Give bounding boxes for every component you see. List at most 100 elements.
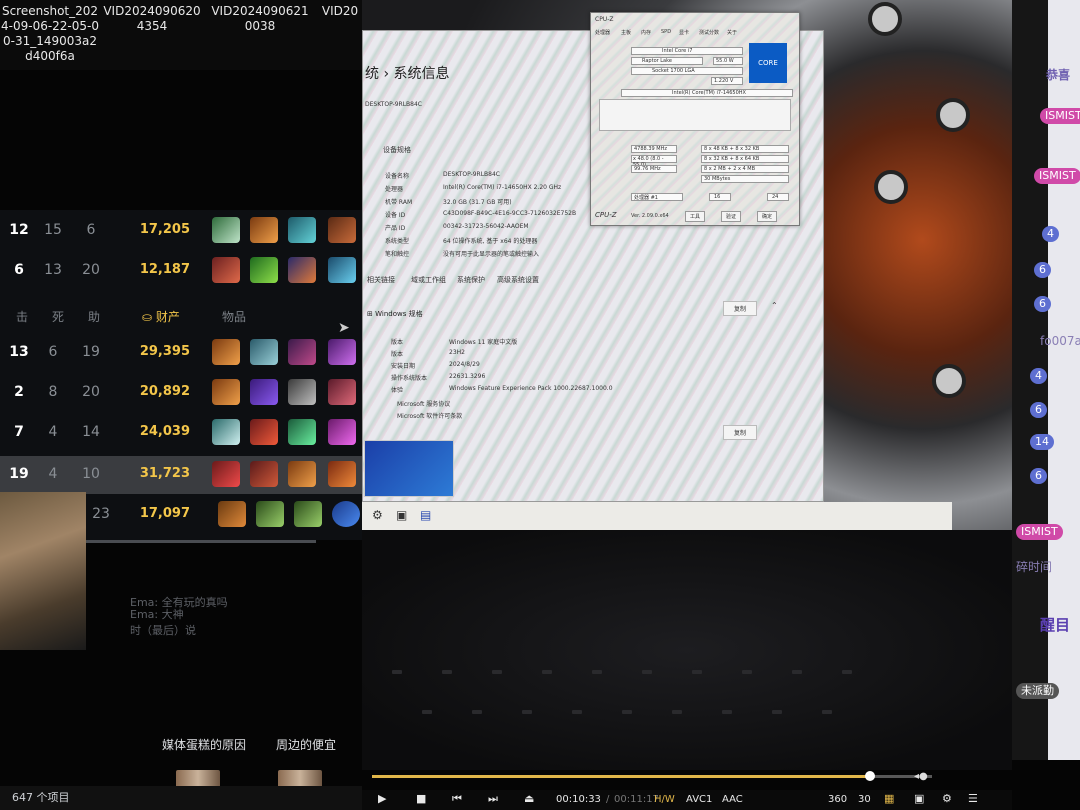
link-advanced-settings[interactable]: 高级系统设置 [497, 275, 539, 285]
validate-button[interactable]: 验证 [721, 211, 742, 222]
file-item[interactable]: VID20240906204354 [102, 4, 202, 34]
cpu-name: Intel Core i7 [662, 48, 693, 54]
net-worth-header-label: 财产 [155, 310, 180, 324]
scoreboard-row: 2 8 20 20,892 [0, 374, 362, 412]
deaths: 13 [44, 262, 62, 278]
spec-value: 2024/8/29 [449, 361, 480, 368]
windows-taskbar: ⚙ ▣ ▤ [362, 502, 952, 530]
core-voltage: 1.220 V [714, 78, 734, 84]
key [592, 670, 602, 674]
item-icon [288, 419, 316, 445]
kills: 7 [14, 424, 24, 440]
spec-label: 机带 RAM [385, 199, 413, 206]
key [842, 670, 852, 674]
cpu-name-field: Intel Core i7 [631, 47, 743, 55]
tab-cpu[interactable]: 处理器 [595, 29, 610, 36]
key [492, 670, 502, 674]
copy-button[interactable]: 复制 [723, 301, 758, 316]
item-icon [288, 217, 316, 243]
explorer-status-bar: 647 个项目 [0, 786, 362, 810]
seek-bar-fill [372, 775, 870, 778]
copy-button[interactable]: 复制 [723, 425, 758, 440]
previous-icon[interactable]: ⏮ [452, 792, 462, 806]
stop-icon[interactable]: ■ [416, 792, 426, 805]
audio-codec: AAC [722, 794, 743, 805]
assists: 6 [86, 222, 96, 238]
assists-header: 助 [88, 310, 101, 324]
item-icon [328, 339, 356, 365]
file-item[interactable]: Screenshot_2024-09-06-22-05-00-31_149003… [0, 4, 100, 64]
net-worth: 31,723 [139, 466, 190, 481]
tools-button[interactable]: 工具 [685, 211, 706, 222]
spec-field: Intel(R) Core(TM) i7-14650HX [621, 89, 793, 97]
eject-icon[interactable]: ⏏ [524, 792, 534, 805]
assists: 20 [82, 384, 100, 400]
total-time: 00:11:17 [614, 794, 659, 805]
tab-graphics[interactable]: 显卡 [679, 29, 689, 36]
chat-message: 碎时间 [1016, 560, 1053, 574]
link-system-protection[interactable]: 系统保护 [457, 275, 485, 285]
item-icon [250, 419, 278, 445]
item-icon [212, 257, 240, 283]
start-icon[interactable]: ⚙ [372, 508, 383, 522]
playlist-icon[interactable]: ☰ [968, 792, 978, 805]
key [722, 710, 732, 714]
media-label[interactable]: 媒体蛋糕的原因 [162, 736, 246, 753]
fps: 30 [858, 794, 871, 805]
link-domain[interactable]: 域或工作组 [411, 275, 446, 285]
spec-value: 32.0 GB (31.7 GB 可用) [443, 199, 512, 206]
user-badge: ISMIST [1040, 108, 1080, 124]
snapshot-icon[interactable]: ▣ [914, 792, 924, 805]
core-speed-field: 4788.39 MHz [631, 145, 677, 153]
key [742, 670, 752, 674]
subtitle-icon[interactable]: ▦ [884, 792, 894, 805]
processor-select[interactable]: 处理器 #1 [631, 193, 683, 201]
package-field: Socket 1700 LGA [631, 67, 743, 75]
ms-service-link[interactable]: Microsoft 服务协议 [397, 399, 450, 408]
play-icon[interactable]: ▶ [378, 792, 386, 805]
codename-field: Raptor Lake [631, 57, 703, 65]
scoreboard-row: 13 6 19 29,395 [0, 334, 362, 372]
item-count: 647 个项目 [12, 791, 70, 804]
assists: 19 [82, 344, 100, 360]
key [542, 670, 552, 674]
ms-license-link[interactable]: Microsoft 软件许可条款 [397, 411, 462, 420]
settings-icon[interactable]: ⚙ [942, 792, 952, 805]
deaths: 15 [44, 222, 62, 238]
key [442, 670, 452, 674]
cache-field: 30 MBytes [701, 175, 789, 183]
tab-spd[interactable]: SPD [661, 29, 671, 35]
cache-field: 8 x 48 KB + 8 x 32 KB [701, 145, 789, 153]
volume-icon[interactable]: ◂● [914, 771, 928, 782]
spec-label: 安装日期 [391, 363, 416, 370]
key [572, 710, 582, 714]
item-icon [250, 379, 278, 405]
hw-decode-badge[interactable]: H/W [654, 794, 675, 805]
app-icon[interactable]: ▤ [420, 508, 431, 522]
kills: 6 [14, 262, 24, 278]
window-title: CPU-Z [595, 16, 614, 23]
net-worth: 17,097 [139, 506, 190, 521]
tab-memory[interactable]: 内存 [641, 29, 651, 36]
scoreboard-row: 7 4 14 24,039 [0, 414, 362, 452]
seek-bar-handle[interactable] [865, 771, 875, 781]
kills-header: 击 [16, 310, 29, 324]
tab-about[interactable]: 关于 [727, 29, 737, 36]
tab-bench[interactable]: 测试分数 [699, 29, 719, 36]
ok-button[interactable]: 确定 [757, 211, 778, 222]
next-icon[interactable]: ⏭ [488, 792, 498, 806]
chevron-up-icon[interactable]: ⌃ [771, 301, 778, 310]
tab-mainboard[interactable]: 主板 [621, 29, 631, 36]
spec-value: 00342-31723-56042-AAOEM [443, 223, 529, 230]
file-item[interactable]: VID20240906210038 [210, 4, 310, 34]
kills: 19 [9, 466, 29, 482]
item-icon [332, 501, 360, 527]
file-item[interactable]: VID20 [318, 4, 362, 19]
item-icon [288, 339, 316, 365]
app-icon[interactable]: ▣ [396, 508, 407, 522]
level-badge: 6 [1030, 402, 1047, 418]
item-icon [328, 419, 356, 445]
item-icon [288, 461, 316, 487]
cores-field: 16 [709, 193, 731, 201]
media-label[interactable]: 周边的便宜 [276, 736, 336, 753]
